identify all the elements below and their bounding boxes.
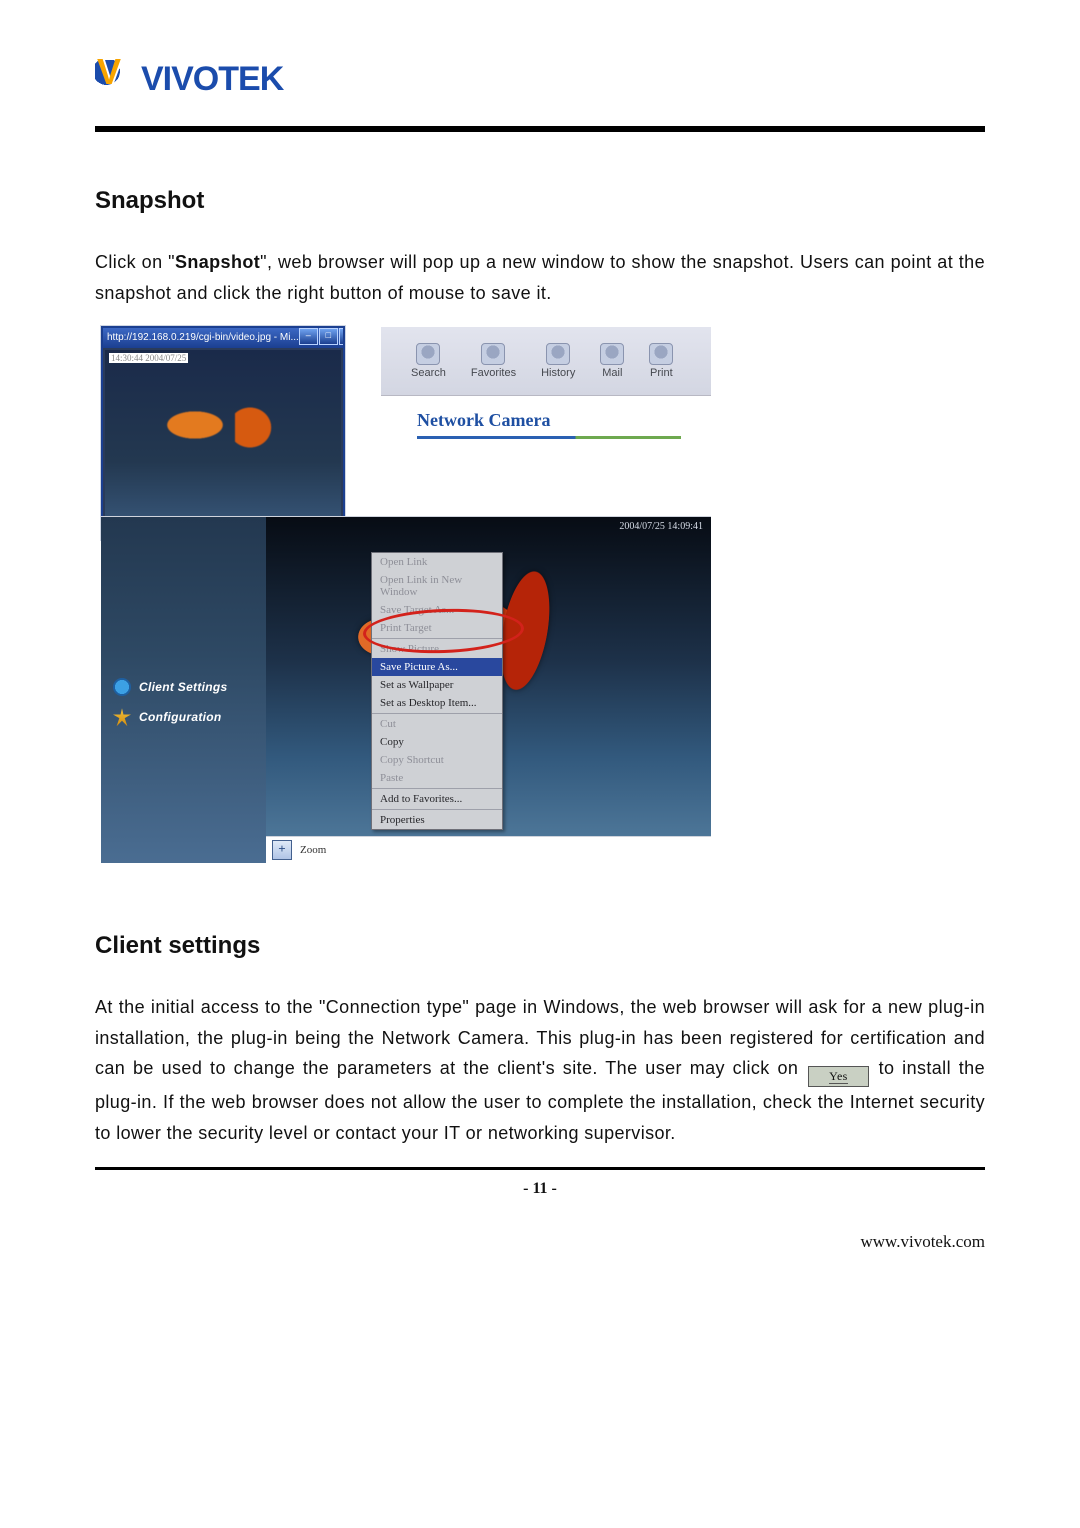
footer-url: www.vivotek.com: [95, 1232, 985, 1252]
toolbar-label: Mail: [600, 367, 624, 379]
ctx-add-favorites[interactable]: Add to Favorites...: [372, 790, 502, 808]
toolbar-print[interactable]: Print: [649, 343, 673, 379]
ctx-separator: [372, 638, 502, 639]
brand-band: Network Camera: [381, 395, 711, 445]
toolbar-mail[interactable]: Mail: [600, 343, 624, 379]
keyword-snapshot: Snapshot: [175, 252, 260, 272]
toolbar-label: Print: [649, 367, 673, 379]
toolbar-search[interactable]: Search: [411, 343, 446, 379]
zoom-in-button[interactable]: +: [272, 840, 292, 860]
ctx-separator: [372, 788, 502, 789]
overlay-timestamp: 14:30:44 2004/07/25: [109, 353, 188, 363]
document-page: V VIVOTEK Snapshot Click on "Snapshot", …: [0, 0, 1080, 1528]
text: Click on ": [95, 252, 175, 272]
toolbar-favorites[interactable]: Favorites: [471, 343, 516, 379]
snapshot-image[interactable]: [155, 395, 255, 455]
ctx-cut[interactable]: Cut: [372, 715, 502, 733]
mail-icon: [600, 343, 624, 365]
paragraph-snapshot: Click on "Snapshot", web browser will po…: [95, 247, 985, 308]
ctx-separator: [372, 713, 502, 714]
popup-title-text: http://192.168.0.219/cgi-bin/video.jpg -…: [107, 328, 299, 348]
vivotek-logo: V VIVOTEK: [95, 60, 985, 98]
header-rule: [95, 126, 985, 132]
maximize-button[interactable]: □: [319, 328, 338, 345]
ctx-print-target[interactable]: Print Target: [372, 619, 502, 637]
page-number: - 11 -: [95, 1180, 985, 1198]
zoom-label: Zoom: [300, 844, 326, 856]
footer-rule: [95, 1167, 985, 1170]
yes-button[interactable]: Yes: [808, 1066, 869, 1087]
zoom-bar: + Zoom: [266, 836, 711, 863]
close-button[interactable]: ×: [339, 328, 343, 345]
context-menu: Open Link Open Link in New Window Save T…: [371, 552, 503, 830]
sidebar-item-label: Client Settings: [139, 680, 228, 694]
ie-toolbar: Search Favorites History Mail Print: [381, 327, 711, 396]
ctx-properties[interactable]: Properties: [372, 811, 502, 829]
yes-button-label: Yes: [829, 1069, 848, 1084]
ctx-save-target[interactable]: Save Target As...: [372, 601, 502, 619]
sidebar-item-label: Configuration: [139, 710, 222, 724]
screenshot-figure: http://192.168.0.219/cgi-bin/video.jpg -…: [101, 326, 713, 862]
ctx-copy[interactable]: Copy: [372, 733, 502, 751]
sidebar-item-client-settings[interactable]: Client Settings: [101, 672, 266, 702]
popup-content: 14:30:44 2004/07/25: [105, 350, 341, 536]
ctx-separator: [372, 809, 502, 810]
popup-window: http://192.168.0.219/cgi-bin/video.jpg -…: [101, 326, 345, 540]
minimize-button[interactable]: –: [299, 328, 318, 345]
ctx-open-link-new[interactable]: Open Link in New Window: [372, 571, 502, 601]
vivotek-logo-text: VIVOTEK: [141, 62, 283, 96]
toolbar-label: Search: [411, 367, 446, 379]
toolbar-label: History: [541, 367, 575, 379]
ctx-set-desktop-item[interactable]: Set as Desktop Item...: [372, 694, 502, 712]
popup-titlebar: http://192.168.0.219/cgi-bin/video.jpg -…: [103, 328, 343, 348]
paragraph-client-settings: At the initial access to the "Connection…: [95, 992, 985, 1148]
ctx-show-picture[interactable]: Show Picture: [372, 640, 502, 658]
heading-client-settings: Client settings: [95, 932, 985, 960]
vivotek-logo-mark: V: [95, 60, 133, 98]
video-timestamp: 2004/07/25 14:09:41: [619, 521, 703, 532]
heading-snapshot: Snapshot: [95, 187, 985, 215]
toolbar-history[interactable]: History: [541, 343, 575, 379]
ctx-save-picture[interactable]: Save Picture As...: [372, 658, 502, 676]
ctx-copy-shortcut[interactable]: Copy Shortcut: [372, 751, 502, 769]
history-icon: [546, 343, 570, 365]
ctx-set-wallpaper[interactable]: Set as Wallpaper: [372, 676, 502, 694]
print-icon: [649, 343, 673, 365]
search-icon: [416, 343, 440, 365]
favorites-icon: [481, 343, 505, 365]
brand-title: Network Camera: [417, 410, 550, 431]
ctx-open-link[interactable]: Open Link: [372, 553, 502, 571]
ctx-paste[interactable]: Paste: [372, 769, 502, 787]
sidebar-item-configuration[interactable]: Configuration: [101, 702, 266, 732]
toolbar-label: Favorites: [471, 367, 516, 379]
app-sidebar: Client Settings Configuration: [101, 517, 266, 863]
